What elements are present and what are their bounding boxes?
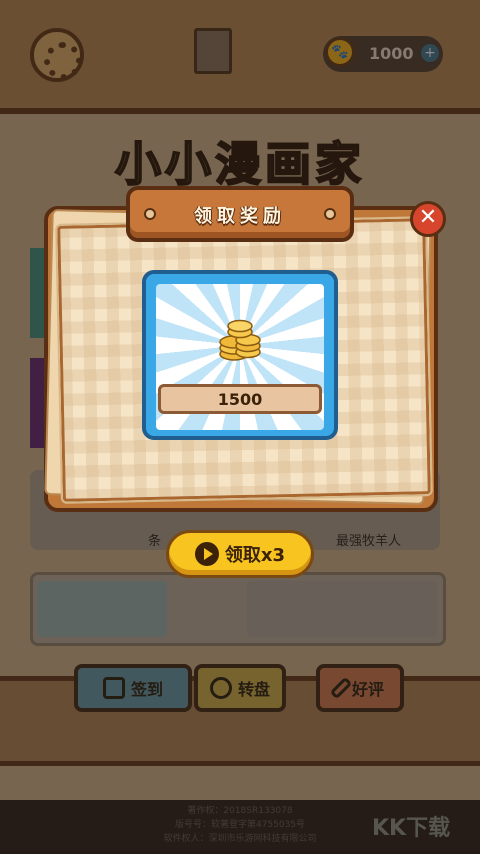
gold-coins-icon xyxy=(219,319,261,361)
close-button[interactable]: ✕ xyxy=(410,201,446,237)
claim-x3-label: 领取x3 xyxy=(224,545,286,566)
reward-amount: 1500 xyxy=(217,389,263,409)
dialog-title: 领取奖励 xyxy=(194,206,286,227)
reward-amount-box: 1500 xyxy=(158,384,322,414)
dialog-title-plate: 领取奖励 xyxy=(126,186,354,242)
claim-x3-button[interactable]: 领取x3 xyxy=(166,530,314,578)
play-icon xyxy=(194,542,219,566)
reward-card: 1500 xyxy=(142,270,338,440)
